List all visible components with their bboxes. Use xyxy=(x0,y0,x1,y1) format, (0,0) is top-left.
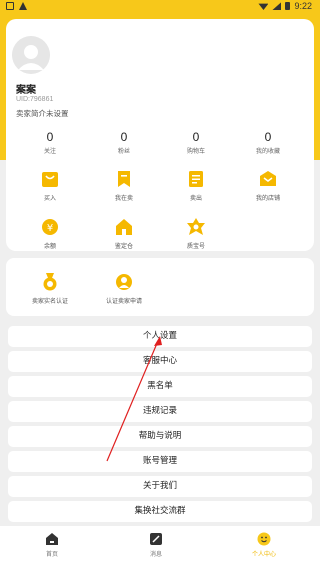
nav-home[interactable]: 首页 xyxy=(22,532,82,558)
grid-label: 卖家实名认证 xyxy=(31,298,68,305)
user-icon xyxy=(116,274,132,290)
stat-label: 关注 xyxy=(43,148,56,155)
menu-violations[interactable]: 违规记录 xyxy=(8,401,312,422)
star-badge-icon xyxy=(187,218,205,235)
avatar[interactable] xyxy=(12,36,50,74)
bottom-nav: 首页 消息 个人中心 xyxy=(0,526,320,569)
verify-real-name[interactable]: 卖家实名认证 xyxy=(20,272,80,305)
menu-help[interactable]: 帮助与说明 xyxy=(8,426,312,447)
stat-value: 0 xyxy=(192,130,200,144)
grid-label: 我的店铺 xyxy=(255,195,280,202)
bookmark-icon xyxy=(118,171,130,187)
grid-item-my-shop[interactable]: 我的店铺 xyxy=(238,169,298,202)
verify-seller-apply[interactable]: 认证卖家申请 xyxy=(94,272,154,305)
stat-label: 购物车 xyxy=(186,148,205,155)
grid-label: 认证卖家申请 xyxy=(105,298,142,305)
nav-messages[interactable]: 消息 xyxy=(126,532,186,558)
nav-label: 消息 xyxy=(149,551,162,558)
menu-account-management[interactable]: 账号管理 xyxy=(8,451,312,472)
menu-community-group[interactable]: 集换社交流群 xyxy=(8,501,312,522)
menu-customer-service[interactable]: 客服中心 xyxy=(8,351,312,372)
grid-item-buy[interactable]: 买入 xyxy=(20,169,80,202)
grid-label: 鉴定仓 xyxy=(114,243,133,250)
stat-label: 我的收藏 xyxy=(255,148,280,155)
smiley-icon xyxy=(257,532,271,546)
stat-label: 粉丝 xyxy=(117,148,130,155)
username: 案案 xyxy=(16,85,36,96)
warning-icon xyxy=(19,2,27,10)
status-time: 9:22 xyxy=(294,1,312,11)
yen-icon: ¥ xyxy=(42,219,58,235)
stat-value: 0 xyxy=(264,130,272,144)
bag-icon xyxy=(42,172,58,187)
stat-favorites[interactable]: 0 我的收藏 xyxy=(238,129,298,155)
grid-label: 余额 xyxy=(43,243,56,250)
grid-label: 买入 xyxy=(43,195,56,202)
profile-card: 案案 UID:796861 卖家简介未设置 0 关注 0 粉丝 0 购物车 0 … xyxy=(6,19,314,251)
message-icon xyxy=(150,533,162,545)
home-icon xyxy=(46,533,58,545)
stat-value: 0 xyxy=(120,130,128,144)
menu-about-us[interactable]: 关于我们 xyxy=(8,476,312,497)
stat-value: 0 xyxy=(46,130,54,144)
list-icon xyxy=(189,171,203,187)
nav-label: 个人中心 xyxy=(251,551,276,558)
stat-fans[interactable]: 0 粉丝 xyxy=(94,129,154,155)
menu-blacklist[interactable]: 黑名单 xyxy=(8,376,312,397)
wifi-icon xyxy=(258,3,269,10)
menu-personal-settings[interactable]: 个人设置 xyxy=(8,326,312,347)
nav-profile[interactable]: 个人中心 xyxy=(234,532,294,558)
nav-label: 首页 xyxy=(45,551,58,558)
grid-item-treasure[interactable]: 质宝号 xyxy=(166,217,226,250)
stat-cart[interactable]: 0 购物车 xyxy=(166,129,226,155)
user-bio: 卖家简介未设置 xyxy=(16,109,69,118)
grid-item-selling[interactable]: 我在卖 xyxy=(94,169,154,202)
verify-card: 卖家实名认证 认证卖家申请 xyxy=(6,258,314,316)
grid-label: 卖出 xyxy=(189,195,202,202)
medal-icon xyxy=(43,273,57,291)
house-icon xyxy=(116,219,132,235)
avatar-placeholder-icon xyxy=(12,36,50,74)
stats-row: 0 关注 0 粉丝 0 购物车 0 我的收藏 xyxy=(6,129,314,169)
grid-label: 质宝号 xyxy=(186,243,205,250)
grid-item-balance[interactable]: ¥ 余额 xyxy=(20,217,80,250)
battery-icon xyxy=(285,2,291,10)
svg-text:¥: ¥ xyxy=(47,223,53,234)
stat-follow[interactable]: 0 关注 xyxy=(20,129,80,155)
user-id: UID:796861 xyxy=(16,96,54,103)
grid-label: 我在卖 xyxy=(114,195,133,202)
grid-item-sold[interactable]: 卖出 xyxy=(166,169,226,202)
shop-icon xyxy=(260,171,276,186)
signal-icon xyxy=(272,2,282,10)
notification-icon xyxy=(6,2,14,10)
status-bar: 9:22 xyxy=(0,0,320,14)
grid-item-warehouse[interactable]: 鉴定仓 xyxy=(94,217,154,250)
